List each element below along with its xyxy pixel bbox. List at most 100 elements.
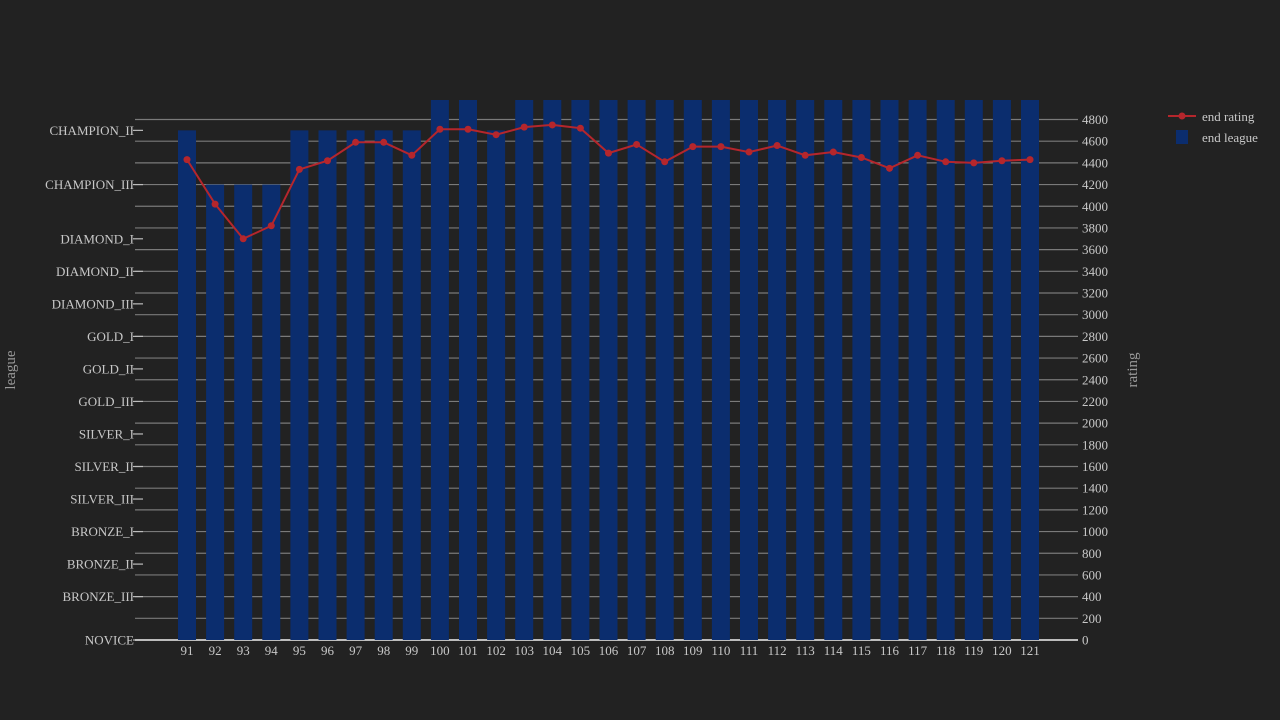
rating-point (633, 140, 641, 148)
league-tick-label: GOLD_I (87, 329, 134, 344)
legend-item-end-rating[interactable]: end rating (1168, 109, 1255, 124)
bar (571, 100, 590, 640)
league-tick-label: SILVER_III (70, 492, 134, 507)
rating-point (605, 149, 612, 157)
bar (487, 130, 506, 640)
league-tick-label: DIAMOND_I (60, 231, 134, 246)
league-tick-label: BRONZE_II (67, 557, 134, 572)
rating-tick-label: 400 (1082, 589, 1102, 604)
rating-point (998, 157, 1006, 165)
rating-tick-label: 4600 (1082, 134, 1108, 149)
league-tick-label: SILVER_I (79, 426, 134, 441)
rating-tick-label: 600 (1082, 567, 1102, 582)
rating-point (1026, 156, 1034, 164)
x-tick-label: 98 (377, 643, 390, 658)
rating-tick-label: 2000 (1082, 416, 1108, 431)
rating-point (380, 138, 388, 146)
rating-point (324, 157, 331, 165)
x-tick-label: 110 (711, 643, 730, 658)
league-tick-label: DIAMOND_III (52, 296, 134, 311)
rating-tick-label: 2600 (1082, 351, 1108, 366)
legend-label-end-rating: end rating (1202, 109, 1255, 124)
bars-end-league (178, 100, 1039, 640)
x-tick-label: 118 (936, 643, 955, 658)
x-tick-label: 100 (430, 643, 450, 658)
x-tick-label: 94 (265, 643, 279, 658)
x-tick-label: 97 (349, 643, 363, 658)
bar (318, 130, 337, 640)
bar (402, 130, 421, 640)
x-tick-label: 102 (486, 643, 506, 658)
rating-point (886, 164, 893, 172)
rating-point (492, 131, 500, 139)
rating-tick-label: 4400 (1082, 155, 1108, 170)
rating-point (942, 158, 950, 166)
x-tick-label: 101 (458, 643, 478, 658)
x-tick-label: 103 (514, 643, 534, 658)
rating-point (773, 142, 781, 150)
rating-tick-label: 3400 (1082, 264, 1108, 279)
rating-point (689, 143, 697, 151)
bar (964, 100, 983, 640)
league-tick-label: BRONZE_I (71, 524, 134, 539)
x-tick-label: 109 (683, 643, 703, 658)
rating-tick-label: 3800 (1082, 220, 1108, 235)
x-tick-label: 120 (992, 643, 1012, 658)
rating-tick-label: 1200 (1082, 502, 1108, 517)
rating-point (408, 151, 416, 159)
rating-axis: 0 200 400 600 800 1000 1200 1400 1600 1800 2000 220… (1082, 112, 1108, 647)
x-tick-label: 96 (321, 643, 335, 658)
x-tick-label: 104 (543, 643, 563, 658)
x-tick-label: 112 (768, 643, 787, 658)
league-tick-label: CHAMPION_III (45, 177, 134, 192)
rating-point (914, 151, 922, 159)
bar (711, 100, 730, 640)
rating-tick-label: 4800 (1082, 112, 1108, 127)
bar (599, 100, 618, 640)
rating-tick-label: 1600 (1082, 459, 1108, 474)
bar (459, 100, 477, 640)
rating-point (239, 235, 247, 243)
x-tick-label: 107 (627, 643, 647, 658)
rating-point (717, 143, 725, 151)
league-tick-label: NOVICE (85, 633, 134, 648)
rating-point (801, 151, 809, 159)
x-tick-label: 108 (655, 643, 675, 658)
bar (908, 100, 927, 640)
x-tick-label: 115 (852, 643, 871, 658)
league-tick-label: GOLD_II (83, 361, 134, 376)
legend-marker-line-icon (1178, 112, 1186, 120)
bar (1021, 100, 1039, 640)
league-tick-label: DIAMOND_II (56, 264, 134, 279)
rating-tick-label: 2400 (1082, 372, 1108, 387)
rating-point (576, 124, 584, 132)
bar (262, 184, 281, 640)
bar (796, 100, 815, 640)
bar (852, 100, 871, 640)
bar (374, 130, 393, 640)
bar (740, 100, 758, 640)
bar (543, 100, 562, 640)
rating-point (183, 156, 191, 164)
bar (234, 184, 253, 640)
bar (880, 100, 899, 640)
rating-tick-label: 1800 (1082, 437, 1108, 452)
x-tick-label: 106 (599, 643, 619, 658)
rating-point (352, 138, 360, 146)
x-tick-label: 116 (880, 643, 900, 658)
league-tick-label: SILVER_II (75, 459, 134, 474)
rating-tick-label: 3200 (1082, 286, 1108, 301)
bar (206, 184, 225, 640)
x-tick-label: 99 (405, 643, 418, 658)
rating-point (548, 121, 556, 129)
league-axis: NOVICE BRONZE_III BRONZE_II BRONZE_I SILVER_… (45, 123, 143, 648)
bar (992, 100, 1011, 640)
rating-point (745, 148, 753, 156)
league-axis-title: league (3, 350, 19, 389)
legend-item-end-league[interactable]: end league (1176, 130, 1258, 145)
rating-tick-label: 200 (1082, 611, 1102, 626)
rating-point (661, 158, 669, 166)
rating-point (829, 148, 837, 156)
league-tick-label: CHAMPION_II (50, 123, 135, 138)
legend-marker-bar-icon (1176, 130, 1188, 144)
